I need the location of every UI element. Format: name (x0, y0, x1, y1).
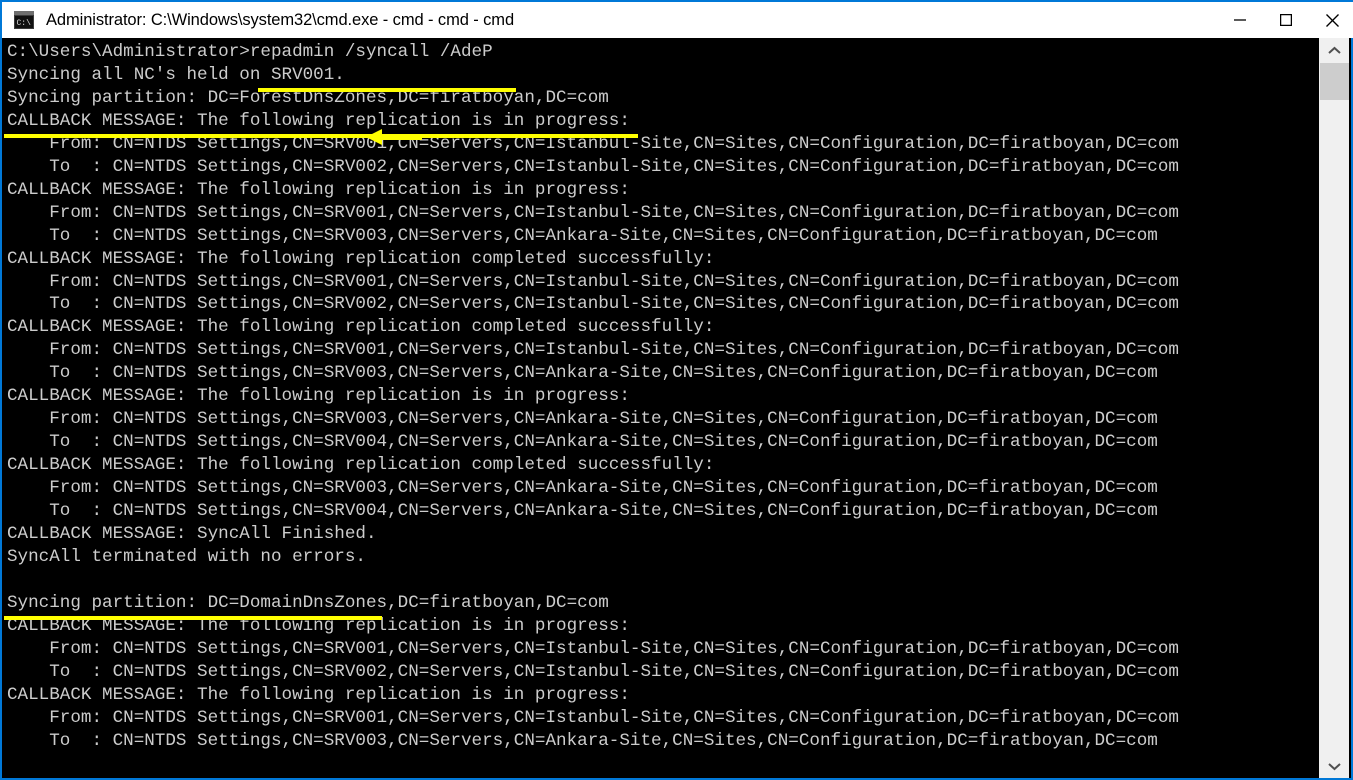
scroll-up-arrow-icon[interactable] (1319, 38, 1349, 62)
console-output-area[interactable]: C:\Users\Administrator>repadmin /syncall… (4, 38, 1320, 778)
svg-text:C:\: C:\ (17, 19, 32, 28)
maximize-button[interactable] (1263, 2, 1309, 38)
title-bar[interactable]: C:\ Administrator: C:\Windows\system32\c… (2, 0, 1353, 38)
cmd-window: C:\ Administrator: C:\Windows\system32\c… (0, 0, 1353, 780)
window-title: Administrator: C:\Windows\system32\cmd.e… (46, 10, 515, 29)
cmd-console-icon: C:\ (14, 11, 34, 29)
scroll-down-arrow-icon[interactable] (1319, 754, 1349, 778)
scrollbar-track[interactable] (1319, 62, 1349, 754)
minimize-button[interactable] (1217, 2, 1263, 38)
vertical-scrollbar[interactable] (1318, 38, 1349, 778)
console-text: C:\Users\Administrator>repadmin /syncall… (7, 42, 1179, 751)
window-controls (1217, 2, 1353, 38)
scrollbar-thumb[interactable] (1320, 63, 1349, 100)
close-button[interactable] (1309, 2, 1353, 38)
